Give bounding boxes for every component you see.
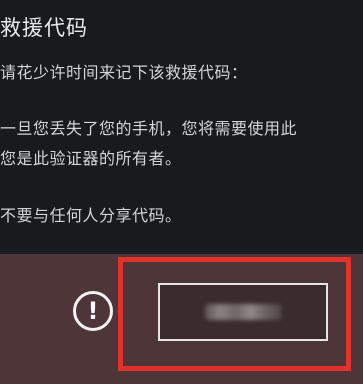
warning-text-line-2: 您是此验证器的所有者。 bbox=[0, 149, 182, 168]
exclamation-circle-icon: ! bbox=[73, 291, 113, 331]
no-share-text: 不要与任何人分享代码。 bbox=[0, 206, 182, 225]
highlight-annotation bbox=[118, 257, 351, 371]
rescue-code-screen: 救援代码 请花少许时间来记下该救援代码： 一旦您丢失了您的手机，您将需要使用此 … bbox=[0, 0, 363, 384]
exclamation-mark: ! bbox=[87, 297, 99, 325]
page-title: 救援代码 bbox=[0, 16, 88, 40]
warning-text-line-1: 一旦您丢失了您的手机，您将需要使用此 bbox=[0, 119, 298, 138]
instruction-text: 请花少许时间来记下该救援代码： bbox=[0, 63, 248, 82]
